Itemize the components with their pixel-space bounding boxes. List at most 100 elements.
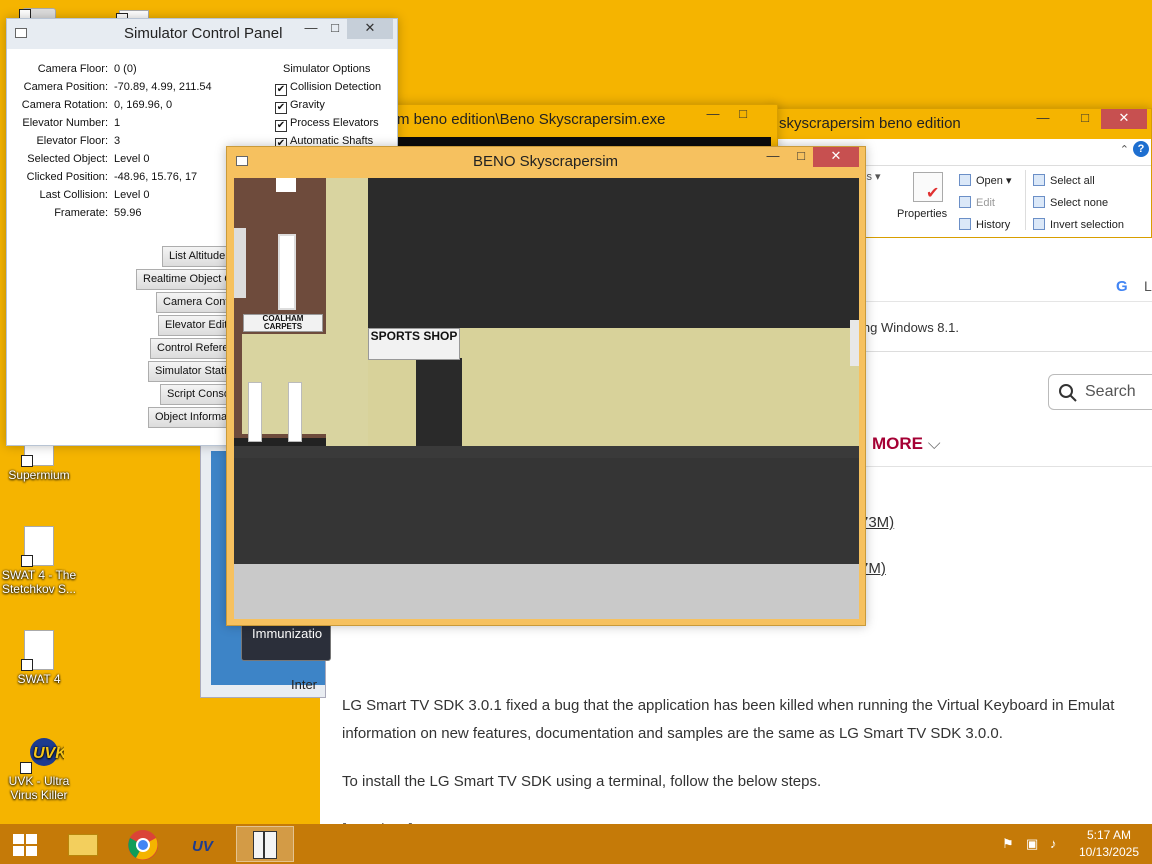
dark-wall [368, 178, 859, 328]
edit-icon [959, 196, 971, 208]
invert-selection-icon [1033, 218, 1045, 230]
close-button[interactable]: ✕ [813, 147, 859, 167]
elevator-number-value: 1 [114, 117, 121, 129]
google-icon[interactable]: G [1116, 278, 1128, 295]
curb [234, 446, 859, 458]
framerate-value: 59.96 [114, 207, 142, 219]
minimize-button[interactable]: — [699, 105, 727, 125]
maximize-button[interactable]: □ [729, 105, 757, 125]
taskbar-skyscrapersim[interactable] [236, 826, 294, 862]
control-panel-titlebar[interactable]: Simulator Control Panel — □ ✕ [7, 19, 397, 49]
select-none-button[interactable]: Select none [1033, 196, 1108, 209]
taskbar-file-explorer[interactable] [54, 826, 112, 862]
console-title: m beno edition\Beno Skyscrapersim.exe [397, 111, 666, 128]
collision-detection-checkbox[interactable]: ✔ Collision Detection [275, 81, 381, 96]
sports-shop-sign: SPORTS SHOP [368, 328, 460, 360]
search-icon [1059, 384, 1077, 402]
building-window [234, 228, 246, 298]
volume-icon[interactable]: ♪ [1050, 836, 1057, 851]
camera-floor-row: Camera Floor: 0 (0) [37, 63, 137, 75]
realtime-object-button[interactable]: Realtime Object C [136, 269, 232, 290]
camera-rotation-row: Camera Rotation: 0, 169.96, 0 [21, 99, 173, 111]
network-icon[interactable]: ▣ [1026, 836, 1038, 852]
open-button[interactable]: Open ▾ [959, 174, 1012, 187]
select-all-icon [1033, 174, 1045, 186]
edit-button[interactable]: Edit [959, 196, 995, 209]
object-information-button[interactable]: Object Informa [148, 407, 232, 428]
sdk-fix-paragraph: LG Smart TV SDK 3.0.1 fixed a bug that t… [342, 692, 1152, 748]
history-icon [959, 218, 971, 230]
simulator-statistics-button[interactable]: Simulator Stati [148, 361, 232, 382]
desktop-icon-swat4-stetchkov[interactable]: SWAT 4 - The Stetchkov S... [0, 526, 78, 596]
last-collision-row: Last Collision: Level 0 [39, 189, 150, 201]
install-paragraph: To install the LG Smart TV SDK using a t… [342, 773, 822, 790]
start-button[interactable] [0, 826, 52, 862]
properties-icon: ✔ [913, 172, 943, 202]
control-reference-button[interactable]: Control Refere [150, 338, 232, 359]
camera-position-row: Camera Position: -70.89, 4.99, 211.54 [23, 81, 212, 93]
game-titlebar[interactable]: BENO Skyscrapersim — □ ✕ [227, 147, 865, 177]
maximize-button[interactable]: □ [321, 19, 349, 39]
game-title: BENO Skyscrapersim [473, 153, 619, 170]
search-input[interactable]: Search [1048, 374, 1152, 410]
taskbar-uvk[interactable]: UV [176, 826, 234, 862]
shortcut-file-icon [21, 526, 54, 567]
maximize-button[interactable]: □ [787, 147, 815, 167]
desktop-icon-swat4[interactable]: SWAT 4 [0, 630, 78, 686]
list-altitudes-button[interactable]: List Altitude [162, 246, 232, 267]
select-all-button[interactable]: Select all [1033, 174, 1095, 187]
paragraph-line: information on new features, documentati… [342, 725, 1003, 742]
building-window [276, 178, 296, 192]
history-button[interactable]: History [959, 218, 1010, 231]
building-window [278, 234, 296, 310]
gravity-checkbox[interactable]: ✔ Gravity [275, 99, 325, 114]
camera-control-button[interactable]: Camera Cont [156, 292, 232, 313]
close-button[interactable]: ✕ [347, 19, 393, 39]
taskbar-chrome[interactable] [114, 826, 172, 862]
open-icon [959, 174, 971, 186]
close-button[interactable]: ✕ [1101, 109, 1147, 129]
maximize-button[interactable]: □ [1071, 109, 1099, 129]
skyscrapersim-window[interactable]: BENO Skyscrapersim — □ ✕ COALHAM CARPETS… [226, 146, 866, 626]
minimize-button[interactable]: — [759, 147, 787, 167]
nav-more-menu[interactable]: MORE ⌵ [872, 434, 941, 454]
elevator-editor-button[interactable]: Elevator Edit [158, 315, 232, 336]
invert-selection-button[interactable]: Invert selection [1033, 218, 1124, 231]
address-bar-overflow: L [1144, 278, 1152, 294]
help-icon[interactable]: ? [1133, 141, 1149, 157]
clock[interactable]: 5:17 AM 10/13/2025 [1078, 828, 1140, 859]
desktop-icon-uvk[interactable]: UVK UVK - Ultra Virus Killer [0, 732, 78, 802]
clock-date: 10/13/2025 [1078, 845, 1140, 859]
wall-edge [850, 320, 859, 366]
process-elevators-checkbox[interactable]: ✔ Process Elevators [275, 117, 379, 132]
script-console-button[interactable]: Script Conso [160, 384, 232, 405]
action-center-icon[interactable]: ⚑ [1002, 836, 1014, 852]
beige-pillar [326, 178, 368, 446]
shortcut-file-icon [21, 630, 54, 671]
properties-button[interactable]: Properties [897, 208, 947, 220]
chevron-up-icon[interactable]: ⌃ [1120, 143, 1129, 156]
security-gate [288, 382, 302, 442]
elevator-number-row: Elevator Number: 1 [22, 117, 121, 129]
desktop-icon-label: SWAT 4 - The Stetchkov S... [1, 568, 77, 596]
explorer-titlebar[interactable]: skyscrapersim beno edition — □ ✕ [771, 109, 1151, 139]
last-collision-value: Level 0 [114, 189, 150, 201]
minimize-button[interactable]: — [1029, 109, 1057, 129]
clicked-position-value: -48.96, 15.76, 17 [114, 171, 198, 183]
select-none-icon [1033, 196, 1045, 208]
security-gate [248, 382, 262, 442]
paragraph-line: LG Smart TV SDK 3.0.1 fixed a bug that t… [342, 697, 1115, 714]
selected-object-row: Selected Object: Level 0 [27, 153, 150, 165]
ribbon-divider [1025, 170, 1026, 230]
console-titlebar[interactable]: m beno edition\Beno Skyscrapersim.exe — … [379, 105, 777, 135]
elevator-floor-value: 3 [114, 135, 121, 147]
camera-rotation-value: 0, 169.96, 0 [114, 99, 173, 111]
skyscraper-icon [253, 831, 277, 859]
chevron-down-icon: ⌵ [927, 434, 941, 453]
desktop-icon-label: Supermium [8, 468, 70, 482]
svg-text:UVK: UVK [33, 745, 64, 762]
3d-viewport[interactable]: COALHAM CARPETS SPORTS SHOP [234, 178, 859, 619]
uvk-icon: UV [192, 838, 215, 855]
windows-logo-icon [13, 834, 37, 856]
uvk-icon: UVK [20, 732, 68, 774]
